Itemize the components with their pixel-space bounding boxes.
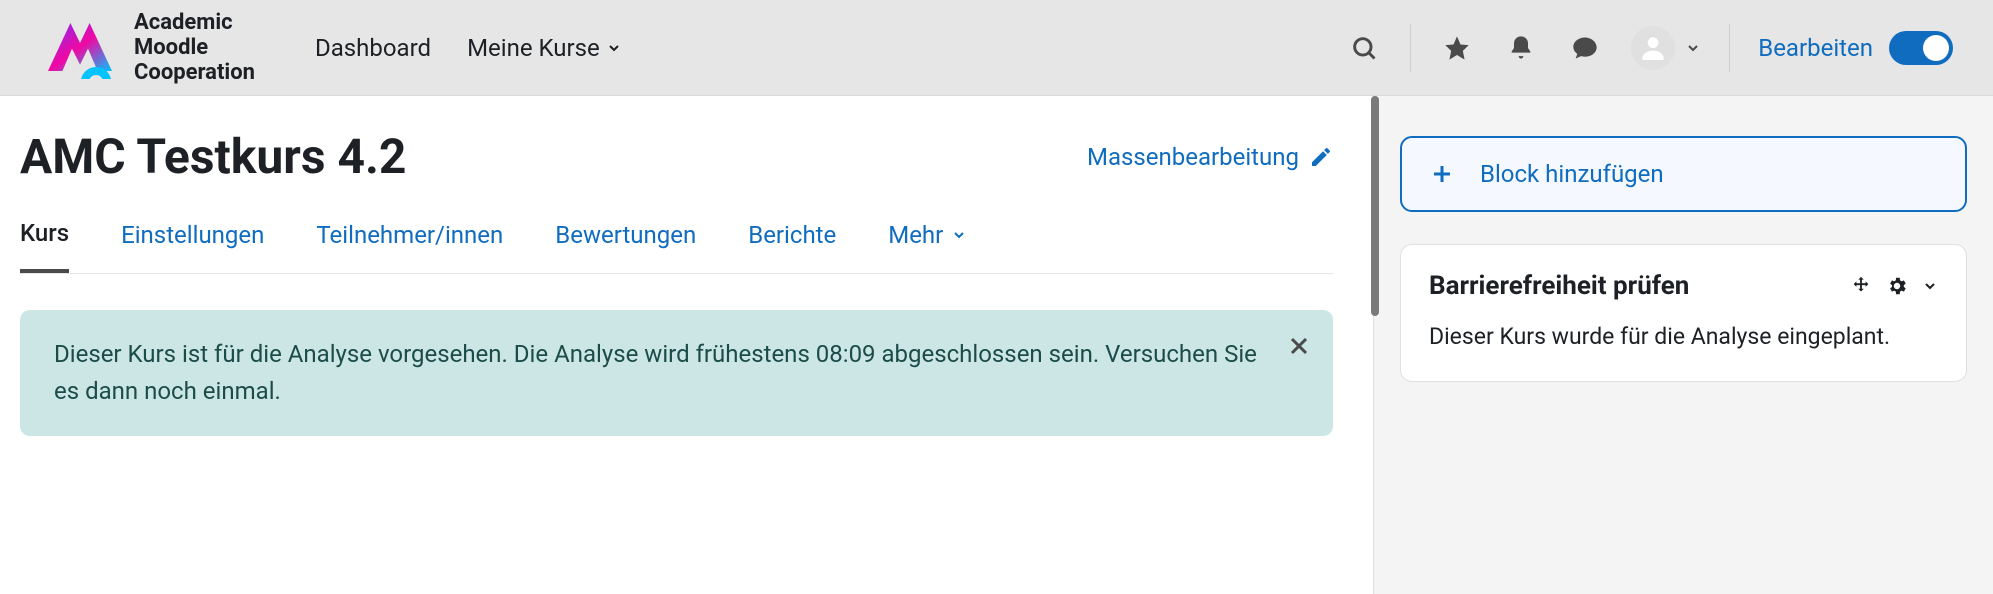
tab-participants[interactable]: Teilnehmer/innen: [316, 219, 503, 273]
star-icon: [1443, 34, 1471, 62]
amc-logo-icon: [40, 15, 120, 79]
primary-nav: Dashboard Meine Kurse: [315, 34, 622, 62]
divider: [1729, 24, 1730, 72]
mass-edit-link[interactable]: Massenbearbeitung: [1087, 143, 1333, 171]
alert-text: Dieser Kurs ist für die Analyse vorgeseh…: [54, 340, 1257, 405]
favourites-button[interactable]: [1439, 30, 1475, 66]
move-icon[interactable]: [1850, 275, 1872, 297]
chevron-down-icon: [951, 227, 967, 243]
chevron-down-icon: [606, 40, 622, 56]
notifications-button[interactable]: [1503, 30, 1539, 66]
page-title: AMC Testkurs 4.2: [20, 128, 406, 185]
nav-dashboard[interactable]: Dashboard: [315, 34, 431, 62]
tab-course[interactable]: Kurs: [20, 219, 69, 273]
mass-edit-label: Massenbearbeitung: [1087, 143, 1299, 171]
sidebar: Block hinzufügen Barrierefreiheit prüfen…: [1373, 96, 1993, 594]
bell-icon: [1507, 34, 1535, 62]
brand-line1: Academic: [134, 10, 255, 35]
nav-dashboard-label: Dashboard: [315, 34, 431, 62]
page-header: AMC Testkurs 4.2 Massenbearbeitung: [20, 128, 1333, 185]
course-tabs: Kurs Einstellungen Teilnehmer/innen Bewe…: [20, 219, 1333, 274]
accessibility-block: Barrierefreiheit prüfen Dieser Kurs wurd…: [1400, 244, 1967, 382]
main-content: AMC Testkurs 4.2 Massenbearbeitung Kurs …: [0, 96, 1373, 594]
brand-line2: Moodle: [134, 35, 255, 60]
close-icon: [1287, 334, 1311, 358]
edit-mode: Bearbeiten: [1758, 31, 1953, 65]
block-body: Dieser Kurs wurde für die Analyse eingep…: [1429, 319, 1938, 355]
brand-line3: Cooperation: [134, 60, 255, 85]
edit-mode-toggle[interactable]: [1889, 31, 1953, 65]
speech-bubble-icon: [1571, 34, 1599, 62]
alert-close-button[interactable]: [1287, 332, 1311, 369]
plus-icon: [1430, 162, 1454, 186]
divider: [1410, 24, 1411, 72]
add-block-button[interactable]: Block hinzufügen: [1400, 136, 1967, 212]
avatar: [1631, 26, 1675, 70]
block-title: Barrierefreiheit prüfen: [1429, 271, 1689, 301]
chevron-down-icon: [1685, 40, 1701, 56]
tab-more[interactable]: Mehr: [888, 219, 967, 273]
nav-my-courses-label: Meine Kurse: [467, 34, 600, 62]
chevron-down-icon[interactable]: [1922, 278, 1938, 294]
search-icon: [1350, 34, 1378, 62]
block-controls: [1850, 275, 1938, 297]
add-block-label: Block hinzufügen: [1480, 160, 1664, 188]
search-button[interactable]: [1346, 30, 1382, 66]
nav-my-courses[interactable]: Meine Kurse: [467, 34, 622, 62]
brand-text: Academic Moodle Cooperation: [134, 10, 255, 86]
tab-participants-label: Teilnehmer/innen: [316, 221, 503, 249]
navbar-right: Bearbeiten: [1346, 24, 1953, 72]
tab-course-label: Kurs: [20, 219, 69, 247]
tab-settings-label: Einstellungen: [121, 221, 264, 249]
tab-grades[interactable]: Bewertungen: [555, 219, 696, 273]
messages-button[interactable]: [1567, 30, 1603, 66]
tab-reports[interactable]: Berichte: [748, 219, 836, 273]
tab-settings[interactable]: Einstellungen: [121, 219, 264, 273]
block-header: Barrierefreiheit prüfen: [1429, 271, 1938, 301]
gear-icon[interactable]: [1886, 275, 1908, 297]
navbar: Academic Moodle Cooperation Dashboard Me…: [0, 0, 1993, 96]
pencil-icon: [1309, 145, 1333, 169]
brand[interactable]: Academic Moodle Cooperation: [40, 10, 255, 86]
layout: AMC Testkurs 4.2 Massenbearbeitung Kurs …: [0, 96, 1993, 594]
scrollbar-thumb[interactable]: [1371, 96, 1379, 316]
user-menu[interactable]: [1631, 26, 1701, 70]
tab-grades-label: Bewertungen: [555, 221, 696, 249]
tab-more-label: Mehr: [888, 221, 943, 249]
info-alert: Dieser Kurs ist für die Analyse vorgeseh…: [20, 310, 1333, 436]
tab-reports-label: Berichte: [748, 221, 836, 249]
user-icon: [1637, 32, 1669, 64]
edit-mode-label: Bearbeiten: [1758, 34, 1873, 62]
